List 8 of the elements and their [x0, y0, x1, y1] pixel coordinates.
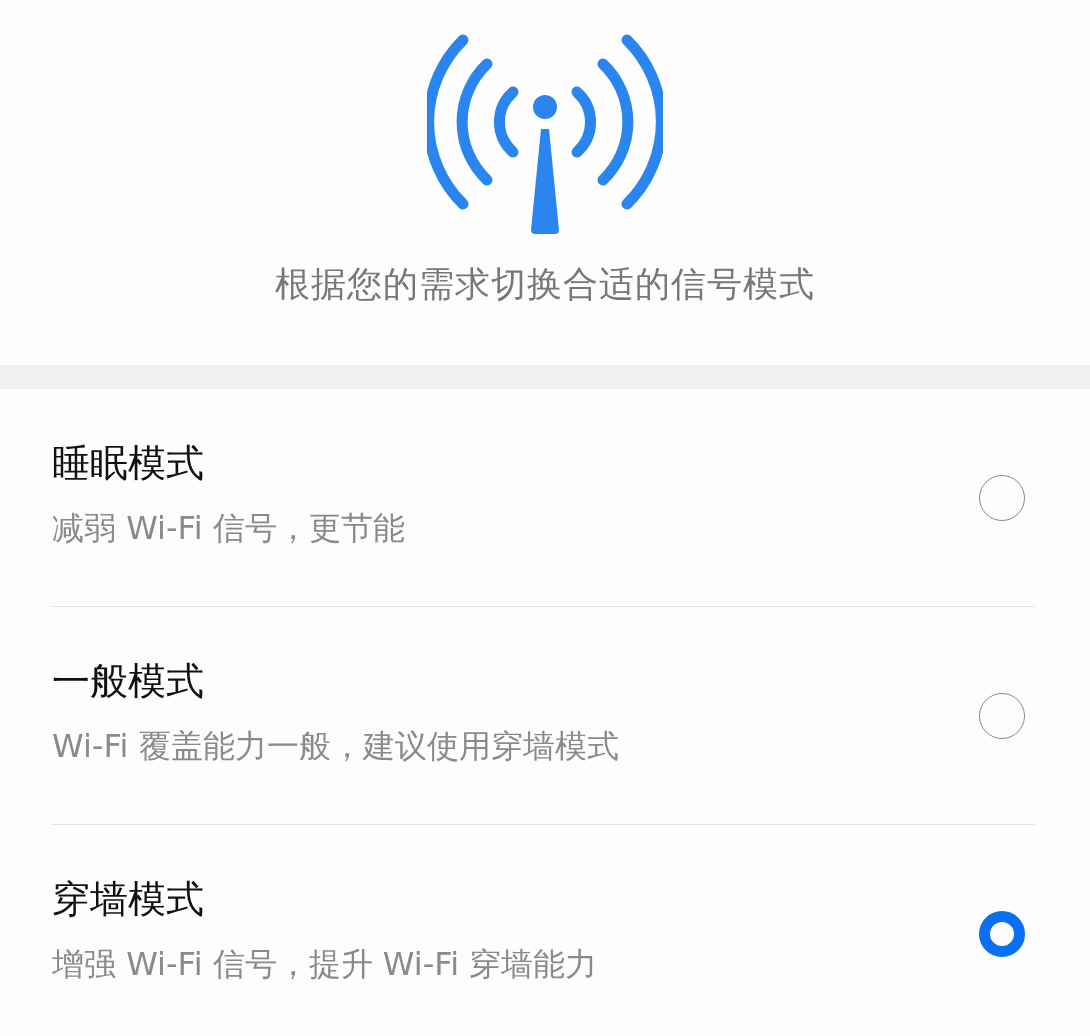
mode-description: Wi-Fi 覆盖能力一般，建议使用穿墙模式: [52, 726, 619, 767]
mode-description: 减弱 Wi-Fi 信号，更节能: [52, 508, 405, 549]
mode-description: 增强 Wi-Fi 信号，提升 Wi-Fi 穿墙能力: [52, 944, 598, 985]
description-text: 根据您的需求切换合适的信号模式: [275, 263, 815, 306]
mode-title: 睡眠模式: [52, 440, 205, 487]
mode-title: 穿墙模式: [52, 876, 205, 923]
radio-button[interactable]: [979, 910, 1025, 957]
mode-title: 一般模式: [52, 658, 205, 705]
